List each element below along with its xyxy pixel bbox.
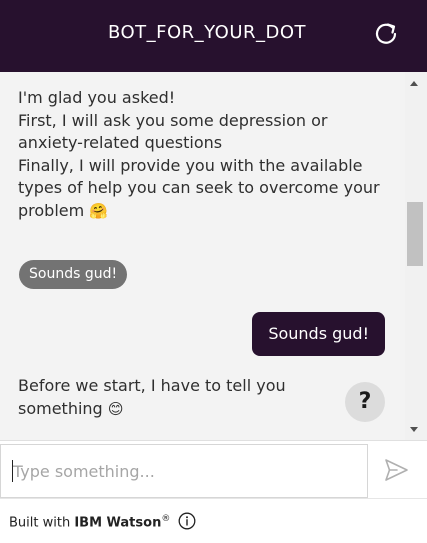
smiling-face-emoji: 😊 [107,399,124,418]
bot-message-text: problem [18,200,85,220]
composer [0,440,427,498]
bot-message-line: anxiety-related questions [18,133,223,152]
chat-scrollbar[interactable] [405,72,427,440]
bot-message: Before we start, I have to tell you some… [18,375,286,420]
help-button[interactable]: ? [345,382,385,422]
bot-title: BOT_FOR_YOUR_DOT [107,22,307,43]
bot-message-line: types of help you can seek to overcome y… [18,178,380,197]
scroll-down-arrow-icon[interactable] [410,427,418,432]
bot-message-line: Finally, I will provide you with the ava… [18,155,363,175]
built-with-label: Built with IBM Watson® [9,514,170,530]
bot-message-line: something 😊 [18,398,286,421]
chat-transcript: I'm glad you asked! First, I will ask yo… [0,72,405,440]
restart-icon [375,23,397,44]
text-caret [12,460,13,482]
bot-message-text: something [18,398,103,418]
send-icon [385,459,408,481]
footer-prefix: Built with [9,515,75,531]
scroll-up-arrow-icon[interactable] [410,81,418,86]
bot-message: I'm glad you asked! First, I will ask yo… [18,87,380,222]
bot-message-line: problem 🤗 [18,200,380,223]
info-icon [178,512,196,530]
info-button[interactable] [178,512,196,530]
bot-message-line: First, I will ask you some depression or [18,110,328,130]
footer: Built with IBM Watson® [0,498,427,543]
chat-header: BOT_FOR_YOUR_DOT [0,0,427,72]
bot-message-line: Before we start, I have to tell you [18,376,286,395]
option-chip[interactable]: Sounds gud! [19,260,128,289]
send-button[interactable] [383,457,409,483]
message-input-box[interactable] [0,444,368,498]
user-message: Sounds gud! [252,312,385,356]
message-input[interactable] [11,445,353,497]
bot-message-line: I'm glad you asked! [18,88,176,107]
ibm-watson-brand: IBM Watson [74,515,162,531]
scroll-thumb[interactable] [407,202,423,266]
hugging-face-emoji: 🤗 [89,201,108,220]
registered-mark: ® [161,514,171,524]
restart-button[interactable] [372,20,400,48]
